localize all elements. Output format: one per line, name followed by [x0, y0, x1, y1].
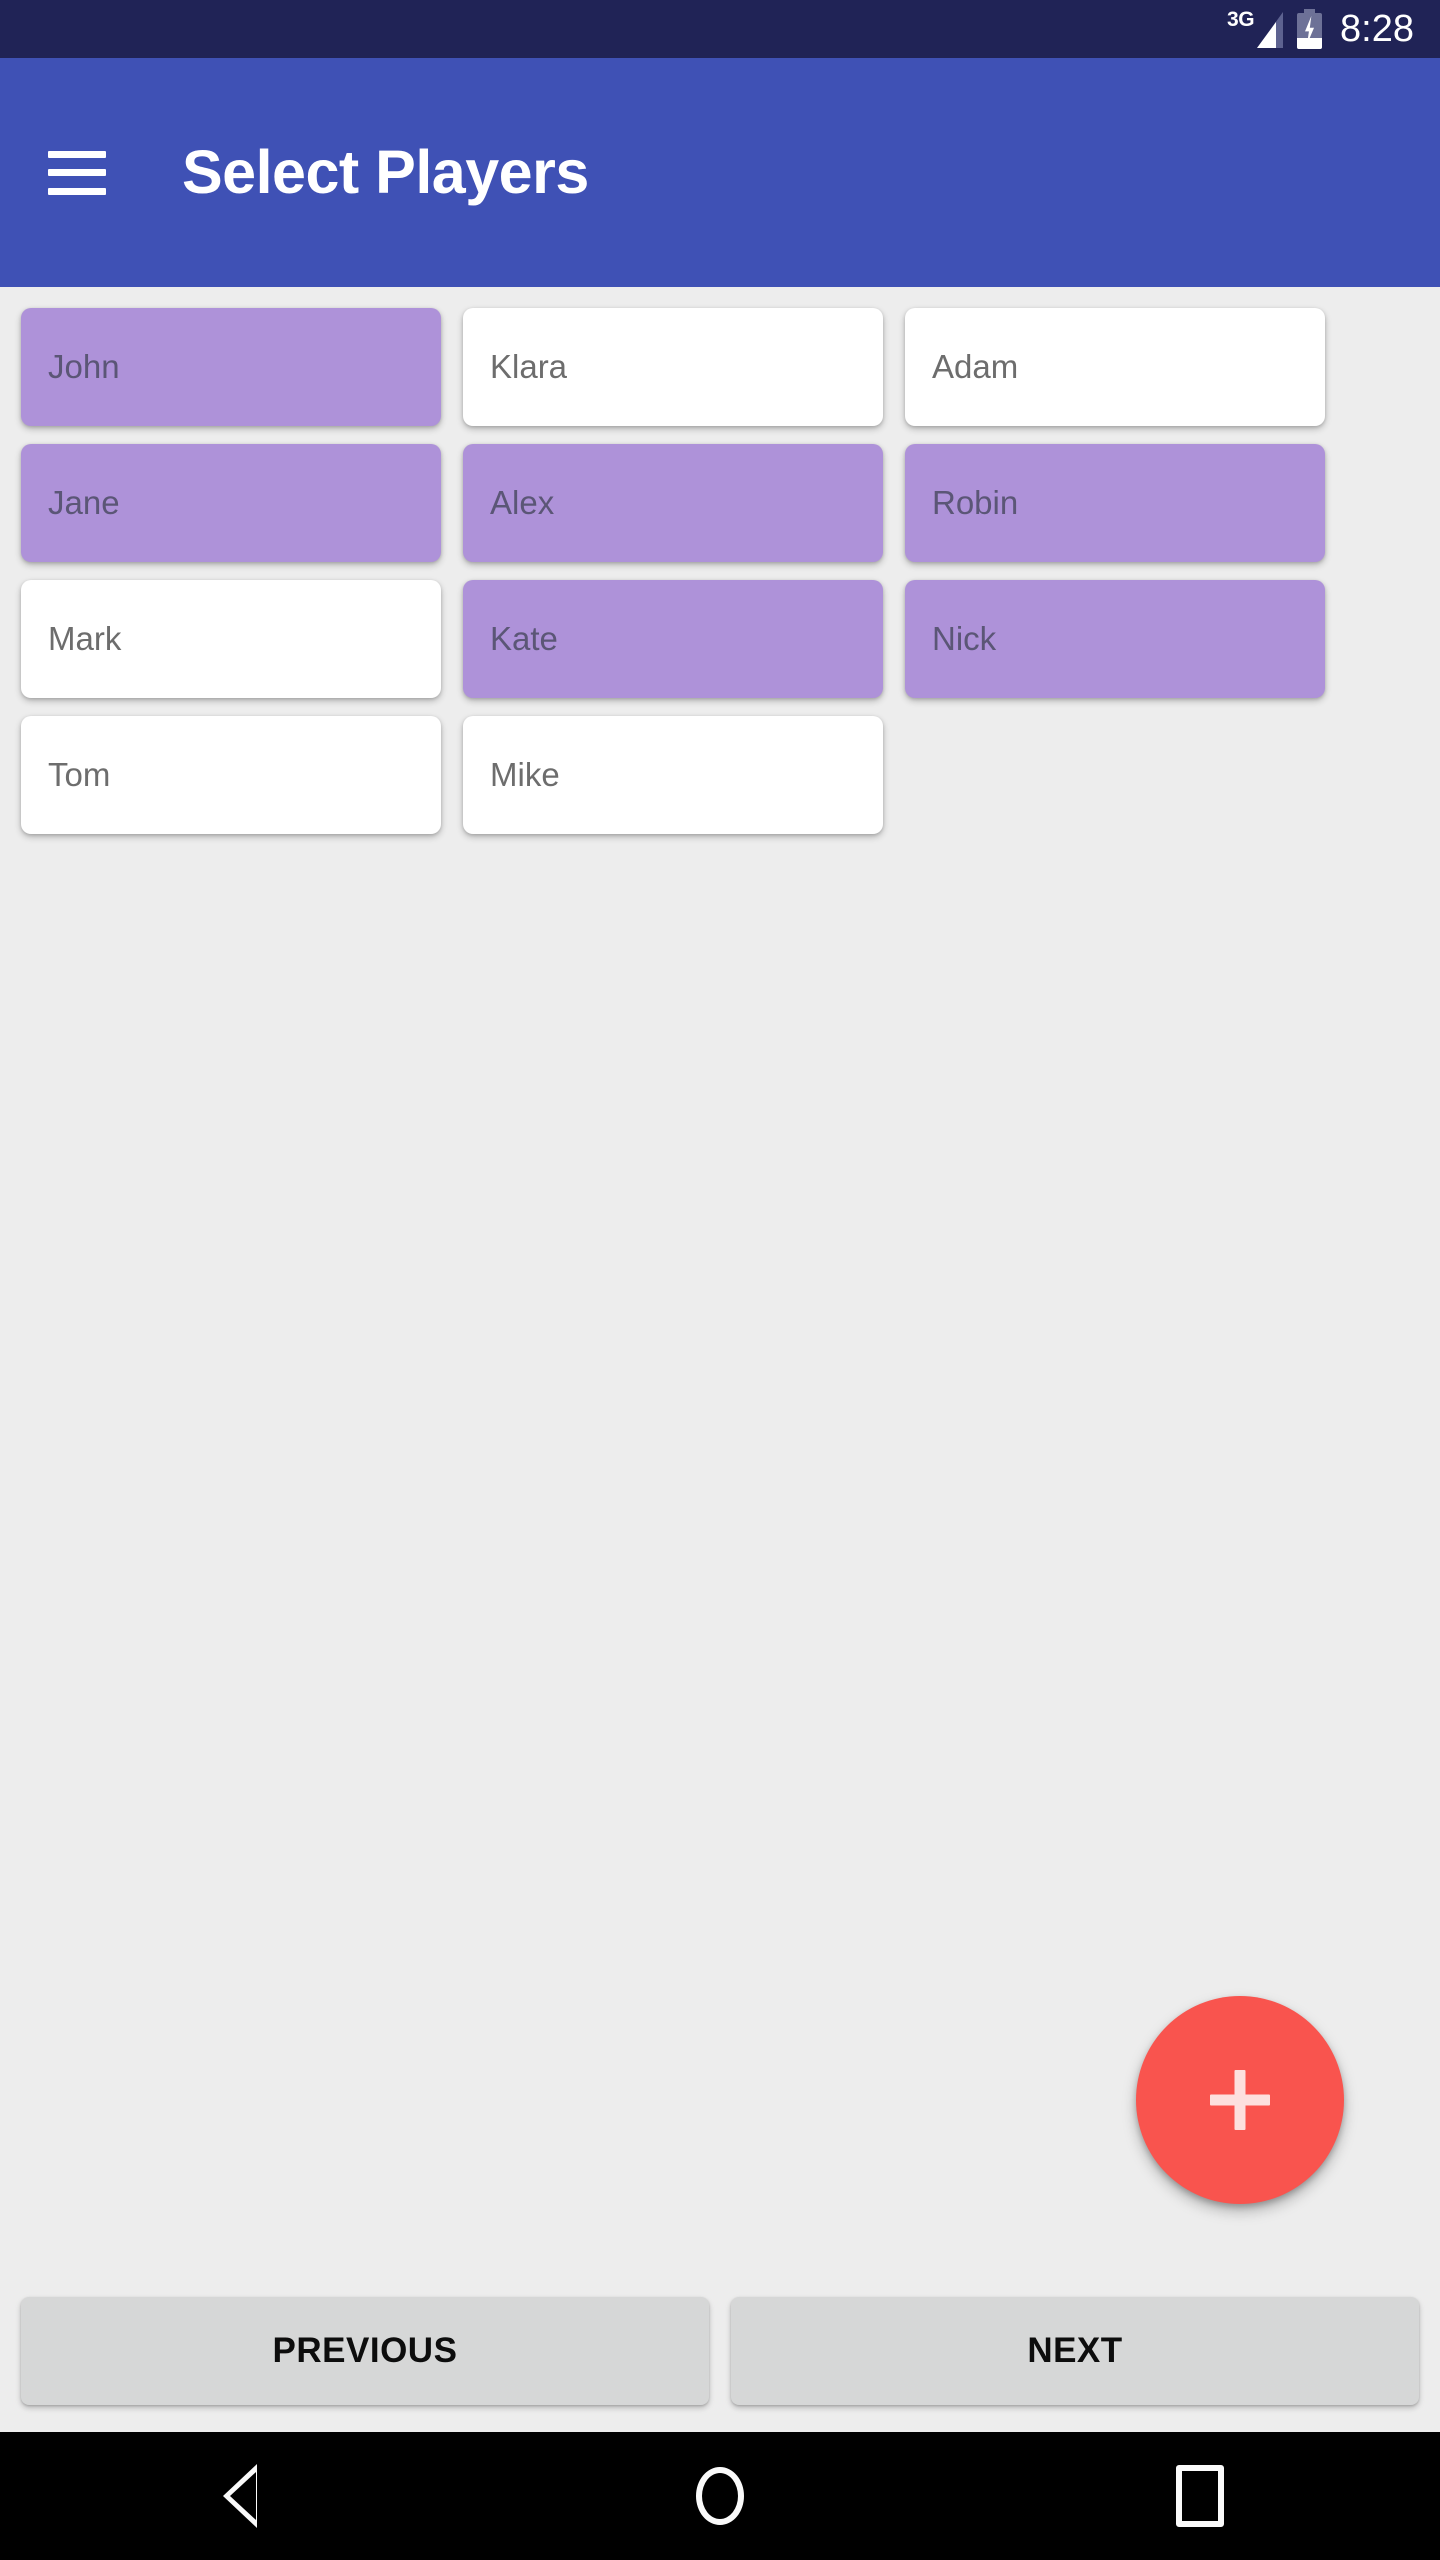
- status-bar: 3G 8:28: [0, 0, 1440, 58]
- hamburger-line-1: [48, 150, 106, 158]
- system-back-button[interactable]: [180, 2432, 300, 2560]
- status-clock: 8:28: [1340, 8, 1414, 50]
- system-home-button[interactable]: [660, 2432, 780, 2560]
- signal-3g-icon: 3G: [1227, 8, 1284, 50]
- player-card[interactable]: John: [21, 308, 441, 426]
- player-card[interactable]: Tom: [21, 716, 441, 834]
- hamburger-line-3: [48, 187, 106, 195]
- player-name-label: Nick: [932, 620, 997, 657]
- system-navigation-bar: [0, 2432, 1440, 2560]
- previous-button[interactable]: PREVIOUS: [21, 2297, 709, 2405]
- player-name-label: Klara: [490, 348, 568, 385]
- status-icons: 3G 8:28: [1227, 8, 1414, 50]
- player-name-label: Adam: [932, 348, 1019, 385]
- square-recents-icon: [1176, 2465, 1224, 2527]
- player-name-label: Mike: [490, 756, 560, 793]
- player-card[interactable]: Alex: [463, 444, 883, 562]
- page-title: Select Players: [182, 138, 589, 206]
- app-bar: Select Players: [0, 58, 1440, 287]
- next-button[interactable]: NEXT: [731, 2297, 1419, 2405]
- hamburger-line-2: [48, 169, 106, 176]
- player-card[interactable]: Mark: [21, 580, 441, 698]
- player-card[interactable]: Nick: [905, 580, 1325, 698]
- player-name-label: Jane: [48, 484, 120, 521]
- player-card[interactable]: Jane: [21, 444, 441, 562]
- hamburger-menu-icon[interactable]: [48, 150, 106, 195]
- player-name-label: Mark: [48, 620, 122, 657]
- player-name-label: Kate: [490, 620, 558, 657]
- triangle-back-icon: [223, 2464, 257, 2528]
- player-name-label: Robin: [932, 484, 1019, 521]
- network-type-label: 3G: [1227, 8, 1255, 31]
- player-card[interactable]: Klara: [463, 308, 883, 426]
- bottom-button-bar: PREVIOUS NEXT: [0, 2284, 1440, 2432]
- player-name-label: John: [48, 348, 120, 385]
- battery-charging-icon: [1297, 9, 1323, 49]
- player-grid: John Klara Adam Jane Alex Robin Mark Kate Nick To…: [0, 287, 1440, 843]
- signal-bar-lit: [1257, 22, 1277, 48]
- player-card[interactable]: Kate: [463, 580, 883, 698]
- player-name-label: Tom: [48, 756, 111, 793]
- circle-home-icon: [696, 2467, 744, 2525]
- add-player-fab[interactable]: [1136, 1996, 1344, 2204]
- player-card[interactable]: Robin: [905, 444, 1325, 562]
- player-card[interactable]: Mike: [463, 716, 883, 834]
- content-area: John Klara Adam Jane Alex Robin Mark Kate Nick To…: [0, 287, 1440, 2284]
- phone-screen: 3G 8:28 Select Players John Klara Adam Jane…: [0, 0, 1440, 2560]
- plus-icon-vertical: [1234, 2070, 1246, 2130]
- system-recents-button[interactable]: [1140, 2432, 1260, 2560]
- player-name-label: Alex: [490, 484, 555, 521]
- player-card[interactable]: Adam: [905, 308, 1325, 426]
